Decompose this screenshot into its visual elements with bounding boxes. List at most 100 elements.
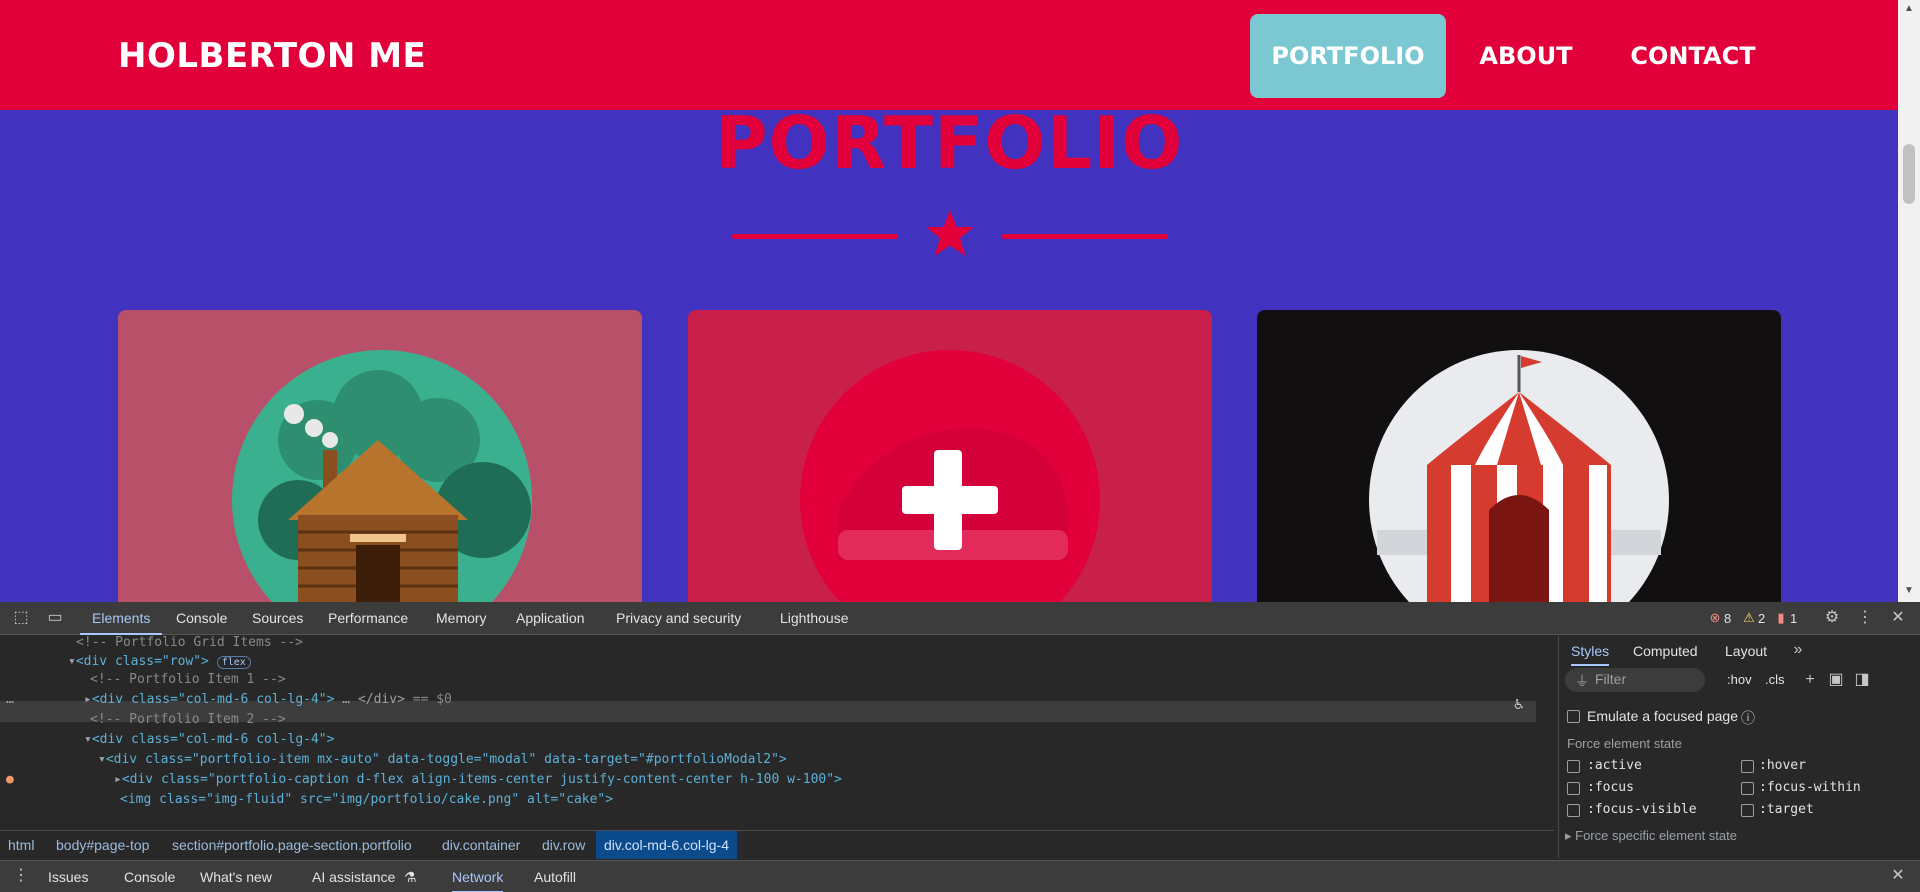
page-scrollbar-thumb[interactable] — [1903, 144, 1915, 204]
state-focus-visible-checkbox[interactable] — [1567, 804, 1580, 817]
expand-arrow-icon[interactable]: ▾ — [68, 654, 76, 669]
styles-filter-input[interactable]: ⏚ Filter — [1565, 668, 1705, 692]
gear-icon[interactable]: ⚙ — [1821, 608, 1843, 628]
state-target-checkbox[interactable] — [1741, 804, 1754, 817]
divider-line-right — [1002, 234, 1168, 239]
tree-line-text: <div class="portfolio-item mx-auto" data… — [105, 752, 787, 767]
tab-console[interactable]: Console — [176, 602, 227, 635]
sidebar-toggle-icon[interactable]: ◨ — [1851, 670, 1873, 690]
tree-line-text: <img class="img-fluid" src="img/portfoli… — [120, 792, 614, 807]
devtools-tabbar: ⬚ ▭ Elements Console Sources Performance… — [0, 602, 1920, 635]
portfolio-item-circus[interactable] — [1257, 310, 1781, 602]
tab-computed[interactable]: Computed — [1633, 636, 1698, 666]
nav-link-contact[interactable]: CONTACT — [1618, 14, 1768, 98]
tree-line-text: <!-- Portfolio Item 1 --> — [90, 672, 286, 687]
breadcrumb-section[interactable]: section#portfolio.page-section.portfolio — [172, 831, 412, 859]
issue-dot-icon[interactable]: ● — [6, 770, 14, 790]
tab-lighthouse[interactable]: Lighthouse — [780, 602, 849, 635]
breadcrumb-row[interactable]: div.row — [542, 831, 585, 859]
drawer-tab-autofill[interactable]: Autofill — [534, 861, 576, 892]
drawer-close-icon[interactable]: ✕ — [1887, 866, 1909, 886]
flex-badge[interactable]: flex — [216, 656, 251, 669]
tree-comment-item-1[interactable]: <!-- Portfolio Item 1 --> — [90, 670, 286, 690]
tab-elements[interactable]: Elements — [80, 602, 163, 635]
drawer-tab-network[interactable]: Network — [452, 861, 504, 892]
drawer-tab-issues[interactable]: Issues — [48, 861, 88, 892]
tree-node-portfolio-item[interactable]: ▾<div class="portfolio-item mx-auto" dat… — [98, 750, 787, 770]
error-icon[interactable]: ⊗ — [1704, 608, 1726, 628]
tab-application[interactable]: Application — [516, 602, 585, 635]
state-focus-within-checkbox[interactable] — [1741, 782, 1754, 795]
help-icon[interactable]: ⓘ — [1741, 708, 1755, 728]
nav-link-portfolio[interactable]: PORTFOLIO — [1250, 14, 1446, 98]
expand-arrow-icon[interactable]: ▾ — [98, 752, 106, 767]
tab-performance[interactable]: Performance — [328, 602, 408, 635]
info-count[interactable]: 1 — [1790, 602, 1797, 635]
collapse-arrow-icon[interactable]: ▸ — [114, 772, 122, 787]
cake-illustration — [800, 350, 1100, 602]
inspect-element-icon[interactable]: ⬚ — [10, 608, 32, 628]
nav-link-about[interactable]: ABOUT — [1464, 14, 1588, 98]
portfolio-item-cake[interactable] — [688, 310, 1212, 602]
accessibility-icon[interactable]: ♿ — [1508, 694, 1530, 714]
state-hover-checkbox[interactable] — [1741, 760, 1754, 773]
more-options-icon[interactable]: ⋮ — [1854, 608, 1876, 628]
info-icon[interactable]: ▮ — [1770, 608, 1792, 628]
warning-icon[interactable]: ⚠ — [1738, 608, 1760, 628]
tree-node-item-2[interactable]: ▾<div class="col-md-6 col-lg-4"> — [84, 730, 334, 750]
divider-line-left — [732, 234, 898, 239]
cls-toggle[interactable]: .cls — [1765, 672, 1785, 687]
error-count[interactable]: 8 — [1724, 602, 1731, 635]
tab-styles[interactable]: Styles — [1571, 636, 1610, 666]
browser-window: HOLBERTON ME PORTFOLIO ABOUT CONTACT POR… — [0, 0, 1920, 892]
site-brand[interactable]: HOLBERTON ME — [118, 36, 426, 76]
breadcrumb-col[interactable]: div.col-md-6.col-lg-4 — [596, 831, 737, 859]
cabin-illustration — [232, 350, 532, 602]
drawer-tab-whats-new[interactable]: What's new — [200, 861, 272, 892]
force-state-title: Force element state — [1567, 736, 1682, 751]
collapse-arrow-icon[interactable]: ▸ — [84, 692, 92, 707]
row-dots[interactable]: … — [6, 690, 14, 710]
add-rule-icon[interactable]: + — [1799, 670, 1821, 690]
close-icon[interactable]: ✕ — [1887, 608, 1909, 628]
tree-line-text: <div class="col-md-6 col-lg-4"> — [91, 732, 335, 747]
paint-icon[interactable]: ▣ — [1825, 670, 1847, 690]
filter-icon: ⏚ — [1575, 673, 1589, 689]
drawer-tab-console[interactable]: Console — [124, 861, 175, 892]
more-tabs-icon[interactable]: » — [1787, 640, 1809, 660]
breadcrumb-body[interactable]: body#page-top — [56, 831, 149, 859]
tree-comment-grid[interactable]: <!-- Portfolio Grid Items --> — [76, 633, 303, 653]
hov-toggle[interactable]: :hov — [1727, 672, 1752, 687]
filter-placeholder: Filter — [1595, 671, 1627, 687]
tab-sources[interactable]: Sources — [252, 602, 303, 635]
tab-memory[interactable]: Memory — [436, 602, 487, 635]
star-icon — [926, 210, 974, 256]
page-scrollbar[interactable] — [1898, 0, 1920, 602]
scroll-down-icon[interactable]: ▼ — [1904, 586, 1914, 596]
state-active-checkbox[interactable] — [1567, 760, 1580, 773]
emulate-focus-checkbox[interactable] — [1567, 710, 1580, 723]
state-active-label: :active — [1587, 758, 1642, 773]
scroll-up-icon[interactable]: ▲ — [1904, 4, 1914, 14]
tree-node-row[interactable]: ▾<div class="row"> flex — [68, 652, 251, 672]
tree-node-img[interactable]: <img class="img-fluid" src="img/portfoli… — [120, 790, 613, 810]
breadcrumb-html[interactable]: html — [8, 831, 34, 859]
drawer-menu-icon[interactable]: ⋮ — [10, 866, 32, 886]
drawer-tab-ai-assistance[interactable]: AI assistance — [312, 861, 395, 892]
warning-count[interactable]: 2 — [1758, 602, 1765, 635]
device-toolbar-icon[interactable]: ▭ — [44, 608, 66, 628]
emulate-focus-label: Emulate a focused page — [1587, 708, 1738, 724]
tree-node-caption[interactable]: ▸<div class="portfolio-caption d-flex al… — [114, 770, 842, 790]
state-focus-visible-label: :focus-visible — [1587, 802, 1697, 817]
tree-comment-item-2[interactable]: <!-- Portfolio Item 2 --> — [90, 710, 286, 730]
state-focus-label: :focus — [1587, 780, 1634, 795]
expand-arrow-icon[interactable]: ▾ — [84, 732, 92, 747]
force-specific-state[interactable]: ▸ Force specific element state — [1565, 828, 1737, 844]
tab-privacy-and-security[interactable]: Privacy and security — [616, 602, 741, 635]
tab-layout[interactable]: Layout — [1725, 636, 1767, 666]
force-specific-label: Force specific element state — [1575, 828, 1737, 843]
breadcrumb-container[interactable]: div.container — [442, 831, 520, 859]
portfolio-item-cabin[interactable] — [118, 310, 642, 602]
state-focus-checkbox[interactable] — [1567, 782, 1580, 795]
tree-node-item-1[interactable]: ▸<div class="col-md-6 col-lg-4"> … </div… — [84, 690, 452, 710]
